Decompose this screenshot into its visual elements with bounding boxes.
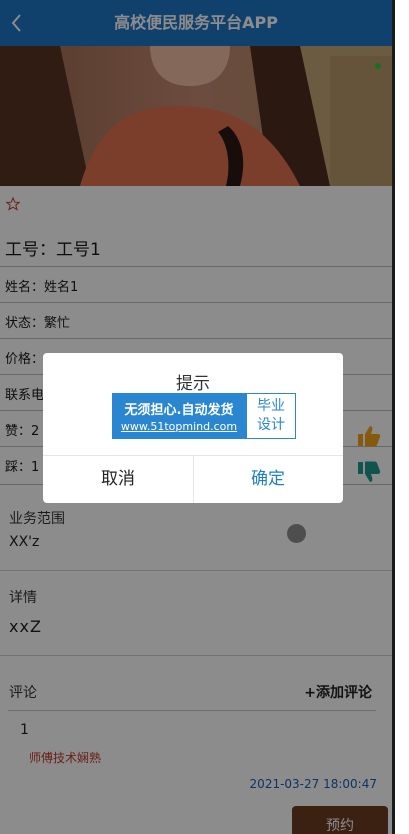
promo-line-1: 无须担心.自动发货 <box>124 403 234 418</box>
dialog-title: 提示 <box>176 374 210 394</box>
confirm-button[interactable]: 确定 <box>193 455 343 503</box>
detail-page: 高校便民服务平台APP 工号：工号1 姓名：姓名1 状态：繁忙 价格： 联系电 … <box>0 0 392 834</box>
window-border <box>392 0 395 834</box>
promo-link: www.51topmind.com <box>120 420 238 433</box>
promo-banner: 无须担心.自动发货 www.51topmind.com 毕业 设计 <box>112 393 296 439</box>
alert-dialog: 提示 无须担心.自动发货 www.51topmind.com 毕业 设计 取消 确… <box>43 353 343 503</box>
promo-tag: 毕业 设计 <box>257 398 285 433</box>
window-edge <box>392 0 409 834</box>
cancel-button[interactable]: 取消 <box>43 455 193 503</box>
promo-banner-right: 毕业 设计 <box>246 393 296 439</box>
promo-banner-left: 无须担心.自动发货 www.51topmind.com <box>112 393 246 439</box>
